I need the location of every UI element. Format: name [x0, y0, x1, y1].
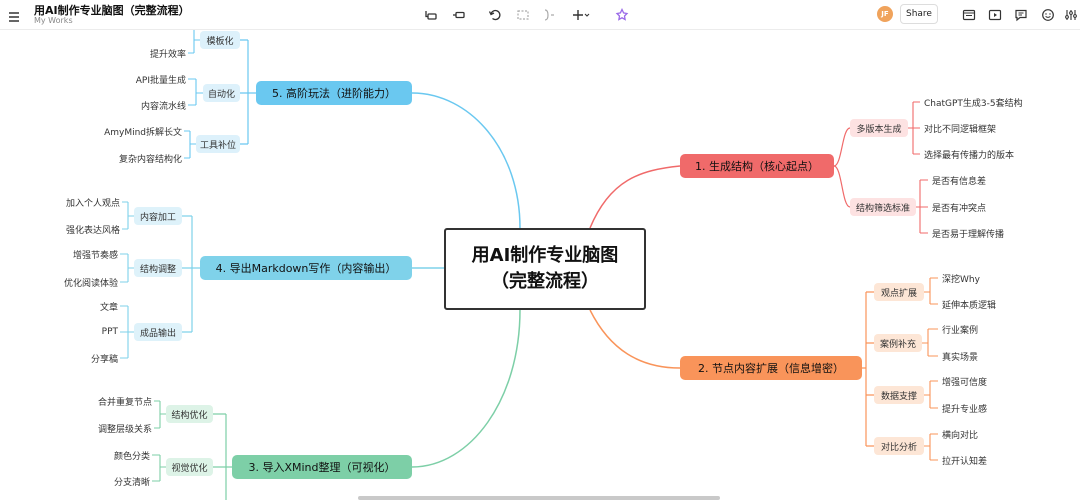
undo-icon[interactable]: [486, 6, 504, 24]
mindmap-canvas[interactable]: 用AI制作专业脑图 （完整流程） 1. 生成结构（核心起点） 多版本生成 结构筛…: [0, 30, 1080, 503]
comment-icon[interactable]: [1012, 6, 1030, 24]
leaf-chatgpt-generate[interactable]: ChatGPT生成3-5套结构: [922, 94, 1042, 110]
leaf-essence[interactable]: 延伸本质逻辑: [940, 296, 1020, 312]
topic-filter-criteria[interactable]: 结构筛选标准: [850, 198, 916, 216]
topic-compare[interactable]: 对比分析: [874, 437, 924, 455]
topic-structure-opt[interactable]: 结构优化: [166, 405, 213, 423]
branch-advanced[interactable]: 5. 高阶玩法（进阶能力）: [256, 81, 412, 105]
breadcrumb[interactable]: My Works: [34, 16, 73, 25]
leaf-easy-spread[interactable]: 是否易于理解传播: [930, 225, 1025, 241]
user-avatar[interactable]: JF: [877, 6, 893, 22]
topic-structure-adjust[interactable]: 结构调整: [134, 259, 182, 277]
leaf-cognitive-gap[interactable]: 拉开认知差: [940, 452, 1010, 468]
summary-icon[interactable]: [540, 6, 558, 24]
topic-data[interactable]: 数据支撑: [874, 386, 924, 404]
insert-subtopic-icon[interactable]: [450, 6, 468, 24]
leaf-improve-efficiency[interactable]: 提升效率: [118, 45, 188, 61]
leaf-pipeline[interactable]: 内容流水线: [108, 97, 188, 113]
leaf-adjust-levels[interactable]: 调整层级关系: [74, 420, 154, 436]
leaf-expression-style[interactable]: 强化表达风格: [42, 221, 122, 237]
share-button[interactable]: Share: [900, 4, 938, 24]
leaf-rhythm[interactable]: 增强节奏感: [40, 246, 120, 262]
boundary-icon[interactable]: [514, 6, 532, 24]
leaf-merge-nodes[interactable]: 合并重复节点: [74, 393, 154, 409]
leaf-reading-experience[interactable]: 优化阅读体验: [40, 274, 120, 290]
leaf-conflict[interactable]: 是否有冲突点: [930, 199, 1010, 215]
topic-case[interactable]: 案例补充: [874, 334, 922, 352]
topic-visual-opt[interactable]: 视觉优化: [166, 458, 213, 476]
leaf-amymind[interactable]: AmyMind拆解长文: [80, 123, 184, 139]
topic-final-output[interactable]: 成品输出: [134, 323, 182, 341]
menu-icon[interactable]: [8, 8, 20, 22]
horizontal-scrollbar[interactable]: [358, 496, 720, 500]
leaf-api-batch[interactable]: API批量生成: [108, 71, 188, 87]
branch-export-markdown[interactable]: 4. 导出Markdown写作（内容输出）: [200, 256, 412, 280]
leaf-why[interactable]: 深挖Why: [940, 270, 1010, 286]
leaf-credibility[interactable]: 增强可信度: [940, 373, 1010, 389]
topic-tool-fill[interactable]: 工具补位: [196, 135, 240, 153]
sticker-icon[interactable]: [1039, 6, 1057, 24]
add-dropdown-icon[interactable]: [570, 6, 592, 24]
top-toolbar: 用AI制作专业脑图（完整流程） My Works JF Share: [0, 0, 1080, 30]
leaf-choose-version[interactable]: 选择最有传播力的版本: [922, 146, 1032, 162]
topic-content-process[interactable]: 内容加工: [134, 207, 182, 225]
branch-generate-structure[interactable]: 1. 生成结构（核心起点）: [680, 154, 834, 178]
topic-viewpoint[interactable]: 观点扩展: [874, 283, 924, 301]
leaf-clear-branches[interactable]: 分支清晰: [82, 473, 152, 489]
branch-expand-content[interactable]: 2. 节点内容扩展（信息增密）: [680, 356, 862, 380]
topic-multi-version[interactable]: 多版本生成: [850, 119, 908, 137]
leaf-industry-case[interactable]: 行业案例: [940, 321, 1010, 337]
central-topic-line2: （完整流程）: [491, 271, 599, 292]
leaf-color-category[interactable]: 颜色分类: [82, 447, 152, 463]
leaf-personal-view[interactable]: 加入个人观点: [42, 194, 122, 210]
outline-icon[interactable]: [960, 6, 978, 24]
branch-import-xmind[interactable]: 3. 导入XMind整理（可视化）: [232, 455, 412, 479]
leaf-article[interactable]: 文章: [60, 298, 120, 314]
pitch-mode-icon[interactable]: [986, 6, 1004, 24]
leaf-horizontal[interactable]: 横向对比: [940, 426, 1010, 442]
ai-magic-icon[interactable]: [613, 6, 631, 24]
leaf-real-scene[interactable]: 真实场景: [940, 348, 1010, 364]
leaf-info-gap[interactable]: 是否有信息差: [930, 172, 1010, 188]
topic-automation[interactable]: 自动化: [203, 84, 240, 102]
topic-template[interactable]: 模板化: [200, 31, 240, 49]
leaf-compare-logic[interactable]: 对比不同逻辑框架: [922, 120, 1022, 136]
leaf-share-draft[interactable]: 分享稿: [60, 350, 120, 366]
leaf-ppt[interactable]: PPT: [60, 324, 120, 340]
format-panel-icon[interactable]: [1062, 6, 1080, 24]
central-topic-line1: 用AI制作专业脑图: [471, 245, 619, 266]
leaf-professional[interactable]: 提升专业感: [940, 400, 1010, 416]
insert-topic-icon[interactable]: [422, 6, 440, 24]
leaf-structurize[interactable]: 复杂内容结构化: [90, 150, 184, 166]
central-topic[interactable]: 用AI制作专业脑图 （完整流程）: [444, 228, 646, 310]
